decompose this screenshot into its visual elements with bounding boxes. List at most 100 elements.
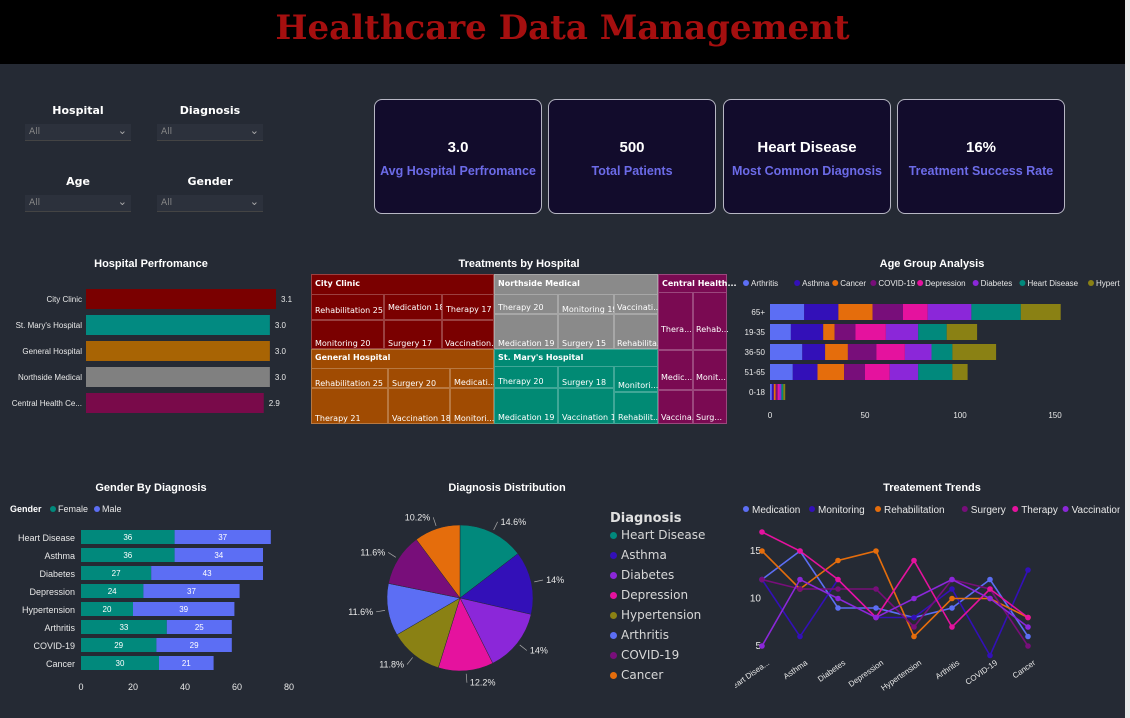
age-segment[interactable] (779, 384, 782, 400)
legend-item[interactable]: Hypertension (610, 608, 705, 628)
hospital-dropdown[interactable]: All ⌄ (25, 124, 131, 141)
age-dropdown[interactable]: All ⌄ (25, 195, 131, 212)
age-segment[interactable] (952, 344, 997, 360)
age-segment[interactable] (770, 364, 793, 380)
legend-item[interactable]: COVID-19 (610, 648, 705, 668)
trend-point[interactable] (949, 605, 955, 611)
trend-point[interactable] (1025, 567, 1031, 573)
age-segment[interactable] (844, 364, 865, 380)
age-segment[interactable] (876, 344, 905, 360)
trend-point[interactable] (835, 605, 841, 611)
age-segment[interactable] (781, 384, 784, 400)
trend-point[interactable] (835, 557, 841, 564)
trend-point[interactable] (987, 586, 993, 592)
age-segment[interactable] (825, 344, 848, 360)
age-segment[interactable] (889, 364, 919, 380)
age-segment[interactable] (790, 324, 824, 340)
trend-point[interactable] (949, 576, 955, 583)
age-segment[interactable] (1020, 304, 1061, 320)
age-segment[interactable] (847, 344, 877, 360)
trend-point[interactable] (759, 576, 765, 583)
trend-point[interactable] (987, 595, 993, 602)
trend-point[interactable] (911, 595, 917, 602)
trend-point[interactable] (949, 595, 955, 602)
trend-point[interactable] (835, 576, 841, 583)
performance-bar[interactable] (86, 367, 270, 387)
legend-item[interactable]: Depression (610, 588, 705, 608)
age-segment[interactable] (971, 304, 1021, 320)
age-segment[interactable] (804, 304, 839, 320)
trend-point[interactable] (1025, 624, 1031, 630)
treemap-cell[interactable] (658, 292, 693, 350)
trend-point[interactable] (797, 586, 803, 592)
age-segment[interactable] (817, 364, 845, 380)
legend-item[interactable]: Heart Disease (610, 528, 705, 548)
age-segment[interactable] (918, 324, 947, 340)
trend-point[interactable] (873, 614, 879, 621)
trend-point[interactable] (759, 529, 765, 535)
age-segment[interactable] (773, 384, 776, 400)
trend-point[interactable] (797, 633, 803, 640)
performance-bar[interactable] (86, 289, 276, 309)
trend-point[interactable] (911, 557, 917, 564)
age-segment[interactable] (783, 384, 786, 400)
treatment-trends-chart[interactable]: Medication Monitoring Rehabilitation Surger… (735, 496, 1120, 706)
legend-item[interactable]: Cancer (610, 668, 705, 688)
trend-point[interactable] (873, 586, 879, 592)
trend-point[interactable] (911, 633, 917, 640)
trend-line[interactable] (761, 550, 1029, 638)
age-segment[interactable] (823, 324, 835, 340)
trend-point[interactable] (911, 614, 917, 621)
age-segment[interactable] (918, 364, 953, 380)
trend-point[interactable] (835, 595, 841, 602)
treemap-cell[interactable] (693, 350, 727, 390)
performance-bar[interactable] (86, 393, 264, 413)
trend-point[interactable] (759, 643, 765, 649)
trend-point[interactable] (987, 576, 993, 583)
age-segment[interactable] (927, 304, 972, 320)
age-segment[interactable] (904, 344, 932, 360)
hospital-performance-chart[interactable]: City Clinic 3.1 St. Mary's Hospital 3.0 Gene… (0, 280, 305, 420)
age-group-chart[interactable]: Arthritis Asthma Cancer COVID-19 Depression D… (735, 272, 1120, 427)
treatments-treemap[interactable]: City Clinic Rehabilitation 25 Medication… (311, 274, 737, 424)
diagnosis-pie-chart[interactable]: 14.6% 14% 14% 12.2% 11.8% 11.6% 11.6% 10.2% (330, 500, 610, 700)
trend-point[interactable] (1025, 633, 1031, 640)
diagnosis-slicer[interactable]: Diagnosis All ⌄ (157, 104, 263, 141)
legend-item[interactable]: Diabetes (610, 568, 705, 588)
age-segment[interactable] (834, 324, 856, 340)
performance-bar[interactable] (86, 341, 270, 361)
age-segment[interactable] (885, 324, 919, 340)
trend-point[interactable] (1025, 643, 1031, 649)
age-segment[interactable] (946, 324, 978, 340)
age-segment[interactable] (952, 364, 968, 380)
age-segment[interactable] (903, 304, 928, 320)
age-segment[interactable] (931, 344, 953, 360)
age-segment[interactable] (770, 324, 791, 340)
age-segment[interactable] (838, 304, 873, 320)
trend-point[interactable] (987, 652, 993, 659)
trend-point[interactable] (759, 548, 765, 554)
trend-point[interactable] (1025, 614, 1031, 621)
age-segment[interactable] (770, 304, 805, 320)
performance-bar[interactable] (86, 315, 270, 335)
age-segment[interactable] (855, 324, 886, 340)
age-segment[interactable] (770, 384, 772, 400)
trend-point[interactable] (949, 586, 955, 592)
legend-item[interactable]: Asthma (610, 548, 705, 568)
age-segment[interactable] (771, 384, 774, 400)
age-segment[interactable] (802, 344, 826, 360)
age-segment[interactable] (777, 384, 780, 400)
treemap-cell[interactable] (658, 350, 693, 390)
trend-point[interactable] (797, 576, 803, 583)
age-slicer[interactable]: Age All ⌄ (25, 175, 131, 212)
gender-diagnosis-chart[interactable]: Gender Female Male Heart Disease 36 37 Asthma 3… (0, 496, 305, 696)
gender-slicer[interactable]: Gender All ⌄ (157, 175, 263, 212)
legend-item[interactable]: Arthritis (610, 628, 705, 648)
age-segment[interactable] (770, 344, 803, 360)
trend-point[interactable] (911, 624, 917, 630)
trend-point[interactable] (797, 548, 803, 554)
age-segment[interactable] (872, 304, 903, 320)
trend-point[interactable] (873, 605, 879, 611)
trend-point[interactable] (873, 548, 879, 554)
hospital-slicer[interactable]: Hospital All ⌄ (25, 104, 131, 141)
